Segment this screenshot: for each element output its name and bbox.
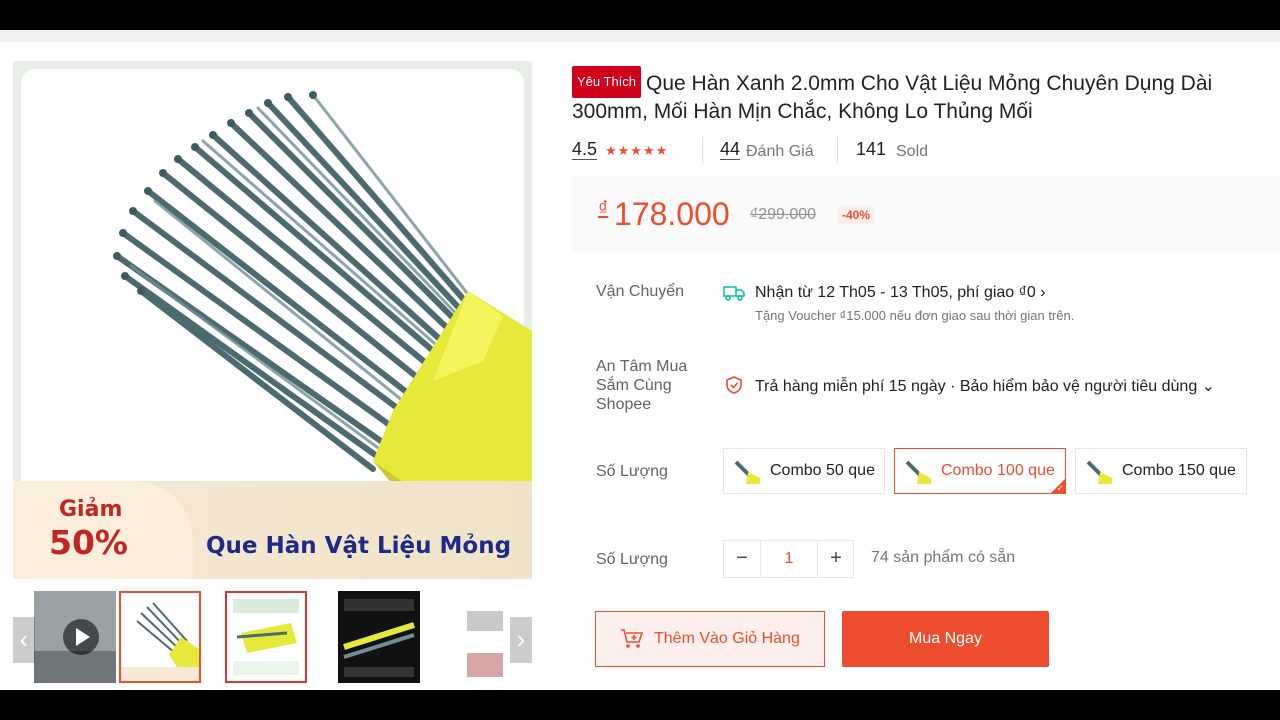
current-price: 178.000: [614, 196, 730, 232]
review-count[interactable]: 44: [720, 139, 741, 160]
chevron-down-icon: ⌄: [1201, 378, 1216, 395]
chevron-right-icon: ›: [1040, 284, 1046, 301]
shield-icon: [724, 375, 744, 400]
shipping-estimate-text: Nhận từ 12 Th05 - 13 Th05, phí giao ₫0: [755, 284, 1036, 301]
price-box: ₫ 178.000 ₫299.000 -40%: [572, 176, 1280, 252]
assurance-label-line: Sắm Cùng: [596, 377, 672, 394]
header-strip: [0, 30, 1280, 42]
price-currency: ₫: [598, 198, 609, 220]
bottom-black-bar: [0, 690, 1280, 720]
quantity-input[interactable]: 1: [760, 541, 818, 577]
thumbnail-4[interactable]: [338, 591, 420, 683]
product-title: Que Hàn Xanh 2.0mm Cho Vật Liệu Mỏng Chu…: [572, 72, 1213, 123]
favorite-badge: Yêu Thích: [572, 66, 642, 98]
discount-badge: -40%: [838, 206, 875, 224]
variant-option-label: Combo 50 que: [770, 462, 875, 479]
rating-stars-icon: ★★★★★: [605, 143, 669, 158]
buy-now-button[interactable]: Mua Ngay: [842, 611, 1049, 667]
promo-discount-value: 50%: [49, 523, 128, 562]
assurance-label-line: An Tâm Mua: [596, 358, 688, 375]
sold-label: Sold: [896, 143, 929, 160]
product-title-block: Yêu Thích Que Hàn Xanh 2.0mm Cho Vật Liệu…: [572, 66, 1280, 126]
sold-count: 141: [856, 139, 887, 159]
thumbnail-5[interactable]: [465, 591, 505, 683]
quantity-label: Số Lượng: [596, 551, 668, 568]
cart-plus-icon: [620, 628, 644, 655]
thumbnail-dark-image: [338, 591, 420, 683]
variant-thumbnail: [1084, 458, 1112, 484]
add-to-cart-button[interactable]: Thêm Vào Giỏ Hàng: [595, 611, 825, 667]
ratings-row: 4.5 ★★★★★ 44 Đánh Giá 141 Sold: [572, 137, 1072, 167]
thumbnail-reviews-image: [465, 591, 505, 683]
quantity-increase-button[interactable]: +: [818, 541, 854, 577]
variant-option-combo-50[interactable]: Combo 50 que: [723, 448, 885, 494]
promo-banner: Giảm 50% Que Hàn Vật Liệu Mỏng: [13, 481, 532, 579]
variant-label: Số Lượng: [596, 463, 668, 480]
variant-option-label: Combo 100 que: [941, 462, 1055, 479]
divider: [702, 137, 703, 163]
shipping-label: Vận Chuyển: [596, 283, 685, 300]
promo-caption: Que Hàn Vật Liệu Mỏng: [206, 533, 512, 559]
rating-score[interactable]: 4.5: [572, 139, 598, 160]
shipping-estimate[interactable]: Nhận từ 12 Th05 - 13 Th05, phí giao ₫0 ›: [755, 284, 1046, 302]
top-black-bar: [0, 0, 1280, 30]
quantity-stepper: − 1 +: [723, 540, 854, 578]
variant-thumbnail: [732, 458, 760, 484]
quantity-decrease-button[interactable]: −: [724, 541, 760, 577]
thumbnail-2[interactable]: [119, 591, 201, 683]
thumbnail-video[interactable]: [34, 591, 116, 683]
video-thumbnail-image: [34, 591, 116, 683]
truck-icon: [723, 284, 745, 307]
variant-option-label: Combo 150 que: [1122, 462, 1236, 479]
thumbnail-strip: ‹ ›: [13, 588, 532, 688]
stock-available: 74 sản phẩm có sẵn: [871, 549, 1016, 566]
assurance-label-line: Shopee: [596, 396, 652, 413]
product-title-line: Yêu Thích Que Hàn Xanh 2.0mm Cho Vật Liệu…: [572, 66, 1280, 126]
promo-discount-word: Giảm: [59, 497, 123, 522]
thumbnail-info-image: [227, 593, 305, 681]
main-product-image[interactable]: Giảm 50% Que Hàn Vật Liệu Mỏng: [13, 61, 532, 579]
original-price: ₫299.000: [750, 206, 817, 223]
variant-thumbnail: [903, 458, 931, 484]
assurance-dropdown[interactable]: Trả hàng miễn phí 15 ngày · Bảo hiểm bảo…: [755, 376, 1215, 396]
thumbnail-3[interactable]: [225, 591, 307, 683]
check-icon: ✓: [1056, 483, 1064, 493]
assurance-label: An Tâm Mua Sắm Cùng Shopee: [596, 357, 687, 414]
divider: [837, 137, 838, 163]
thumbnail-rods-image: [121, 593, 199, 681]
thumbnail-prev-arrow[interactable]: ‹: [13, 617, 35, 663]
shipping-voucher-note: Tặng Voucher ₫15.000 nếu đơn giao sau th…: [755, 308, 1075, 323]
thumbnail-next-arrow[interactable]: ›: [510, 617, 532, 663]
variant-option-combo-150[interactable]: Combo 150 que: [1075, 448, 1247, 494]
review-label: Đánh Giá: [746, 143, 814, 160]
add-to-cart-label: Thêm Vào Giỏ Hàng: [654, 630, 800, 647]
assurance-text: Trả hàng miễn phí 15 ngày · Bảo hiểm bảo…: [755, 378, 1198, 395]
variant-option-combo-100[interactable]: Combo 100 que ✓: [894, 448, 1066, 494]
